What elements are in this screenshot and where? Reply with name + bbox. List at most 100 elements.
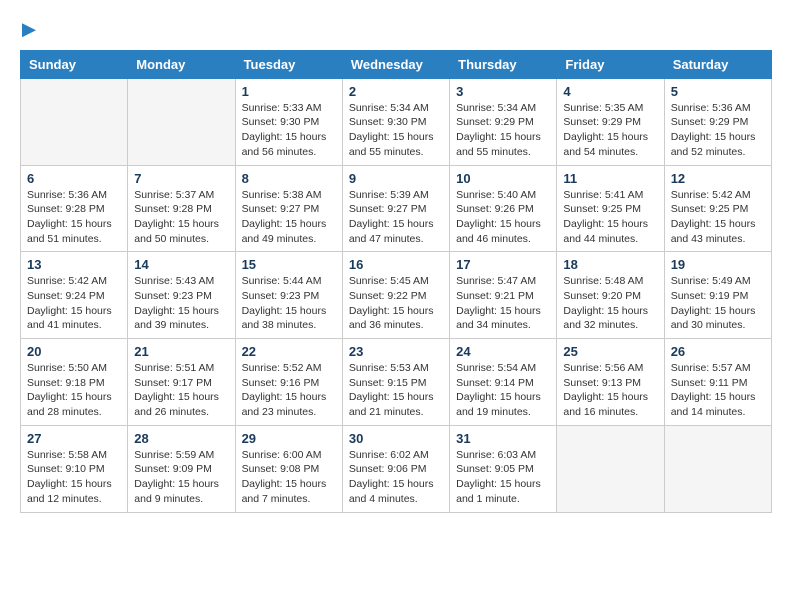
day-number: 30	[349, 431, 443, 446]
day-header-friday: Friday	[557, 50, 664, 78]
day-info: Sunrise: 5:42 AM Sunset: 9:24 PM Dayligh…	[27, 274, 121, 333]
calendar-cell	[21, 78, 128, 165]
day-header-saturday: Saturday	[664, 50, 771, 78]
calendar-cell: 24Sunrise: 5:54 AM Sunset: 9:14 PM Dayli…	[450, 339, 557, 426]
calendar-week-3: 13 Sunrise: 5:42 AM Sunset: 9:24 PM Dayli…	[21, 252, 772, 339]
day-header-thursday: Thursday	[450, 50, 557, 78]
calendar-cell: 9 Sunrise: 5:39 AM Sunset: 9:27 PM Daylig…	[342, 165, 449, 252]
day-info: Sunrise: 5:39 AM Sunset: 9:27 PM Dayligh…	[349, 188, 443, 247]
day-number: 6	[27, 171, 121, 186]
calendar-cell: 28 Sunrise: 5:59 AM Sunset: 9:09 PM Dayli…	[128, 425, 235, 512]
day-number: 15	[242, 257, 336, 272]
calendar-cell: 26 Sunrise: 5:57 AM Sunset: 9:11 PM Dayli…	[664, 339, 771, 426]
day-number: 4	[563, 84, 657, 99]
day-info: Sunrise: 5:36 AM Sunset: 9:28 PM Dayligh…	[27, 188, 121, 247]
day-number: 1	[242, 84, 336, 99]
day-number: 9	[349, 171, 443, 186]
day-info: Sunrise: 5:57 AM Sunset: 9:11 PM Dayligh…	[671, 361, 765, 420]
day-info: Sunrise: 5:54 AM Sunset: 9:14 PM Dayligh…	[456, 361, 550, 420]
day-number: 16	[349, 257, 443, 272]
day-info: Sunrise: 5:53 AM Sunset: 9:15 PM Dayligh…	[349, 361, 443, 420]
calendar-cell: 20 Sunrise: 5:50 AM Sunset: 9:18 PM Dayli…	[21, 339, 128, 426]
day-number: 22	[242, 344, 336, 359]
logo	[20, 20, 36, 40]
calendar-cell: 15 Sunrise: 5:44 AM Sunset: 9:23 PM Dayli…	[235, 252, 342, 339]
day-info: Sunrise: 5:40 AM Sunset: 9:26 PM Dayligh…	[456, 188, 550, 247]
calendar-cell: 30 Sunrise: 6:02 AM Sunset: 9:06 PM Dayli…	[342, 425, 449, 512]
calendar-cell	[664, 425, 771, 512]
calendar-cell: 18Sunrise: 5:48 AM Sunset: 9:20 PM Dayli…	[557, 252, 664, 339]
day-number: 27	[27, 431, 121, 446]
calendar-cell: 29 Sunrise: 6:00 AM Sunset: 9:08 PM Dayli…	[235, 425, 342, 512]
calendar-cell	[557, 425, 664, 512]
day-number: 5	[671, 84, 765, 99]
logo-arrow-icon	[22, 23, 36, 37]
day-number: 29	[242, 431, 336, 446]
logo-general	[20, 20, 36, 40]
day-header-monday: Monday	[128, 50, 235, 78]
day-number: 25	[563, 344, 657, 359]
day-info: Sunrise: 5:42 AM Sunset: 9:25 PM Dayligh…	[671, 188, 765, 247]
day-info: Sunrise: 5:59 AM Sunset: 9:09 PM Dayligh…	[134, 448, 228, 507]
day-number: 20	[27, 344, 121, 359]
day-number: 31	[456, 431, 550, 446]
day-number: 19	[671, 257, 765, 272]
day-info: Sunrise: 5:52 AM Sunset: 9:16 PM Dayligh…	[242, 361, 336, 420]
day-number: 13	[27, 257, 121, 272]
calendar-header-row: SundayMondayTuesdayWednesdayThursdayFrid…	[21, 50, 772, 78]
calendar-cell: 5Sunrise: 5:36 AM Sunset: 9:29 PM Daylig…	[664, 78, 771, 165]
day-number: 10	[456, 171, 550, 186]
day-info: Sunrise: 6:02 AM Sunset: 9:06 PM Dayligh…	[349, 448, 443, 507]
calendar-cell: 27 Sunrise: 5:58 AM Sunset: 9:10 PM Dayli…	[21, 425, 128, 512]
day-info: Sunrise: 5:34 AM Sunset: 9:30 PM Dayligh…	[349, 101, 443, 160]
day-info: Sunrise: 5:37 AM Sunset: 9:28 PM Dayligh…	[134, 188, 228, 247]
calendar-cell: 13 Sunrise: 5:42 AM Sunset: 9:24 PM Dayli…	[21, 252, 128, 339]
day-info: Sunrise: 6:03 AM Sunset: 9:05 PM Dayligh…	[456, 448, 550, 507]
day-number: 11	[563, 171, 657, 186]
day-header-tuesday: Tuesday	[235, 50, 342, 78]
day-info: Sunrise: 5:41 AM Sunset: 9:25 PM Dayligh…	[563, 188, 657, 247]
calendar-table: SundayMondayTuesdayWednesdayThursdayFrid…	[20, 50, 772, 513]
day-info: Sunrise: 5:35 AM Sunset: 9:29 PM Dayligh…	[563, 101, 657, 160]
day-number: 14	[134, 257, 228, 272]
calendar-cell: 2 Sunrise: 5:34 AM Sunset: 9:30 PM Daylig…	[342, 78, 449, 165]
day-header-wednesday: Wednesday	[342, 50, 449, 78]
calendar-cell: 6 Sunrise: 5:36 AM Sunset: 9:28 PM Daylig…	[21, 165, 128, 252]
day-info: Sunrise: 5:50 AM Sunset: 9:18 PM Dayligh…	[27, 361, 121, 420]
day-header-sunday: Sunday	[21, 50, 128, 78]
calendar-cell: 19 Sunrise: 5:49 AM Sunset: 9:19 PM Dayli…	[664, 252, 771, 339]
page-header	[20, 20, 772, 40]
calendar-cell: 31 Sunrise: 6:03 AM Sunset: 9:05 PM Dayli…	[450, 425, 557, 512]
day-info: Sunrise: 5:48 AM Sunset: 9:20 PM Dayligh…	[563, 274, 657, 333]
day-info: Sunrise: 5:44 AM Sunset: 9:23 PM Dayligh…	[242, 274, 336, 333]
calendar-cell: 21Sunrise: 5:51 AM Sunset: 9:17 PM Dayli…	[128, 339, 235, 426]
calendar-cell: 17Sunrise: 5:47 AM Sunset: 9:21 PM Dayli…	[450, 252, 557, 339]
calendar-cell: 7 Sunrise: 5:37 AM Sunset: 9:28 PM Daylig…	[128, 165, 235, 252]
day-number: 2	[349, 84, 443, 99]
day-info: Sunrise: 5:43 AM Sunset: 9:23 PM Dayligh…	[134, 274, 228, 333]
calendar-cell: 10 Sunrise: 5:40 AM Sunset: 9:26 PM Dayli…	[450, 165, 557, 252]
day-info: Sunrise: 5:45 AM Sunset: 9:22 PM Dayligh…	[349, 274, 443, 333]
calendar-cell: 11 Sunrise: 5:41 AM Sunset: 9:25 PM Dayli…	[557, 165, 664, 252]
day-number: 17	[456, 257, 550, 272]
calendar-cell	[128, 78, 235, 165]
day-number: 26	[671, 344, 765, 359]
calendar-cell: 4 Sunrise: 5:35 AM Sunset: 9:29 PM Daylig…	[557, 78, 664, 165]
calendar-cell: 23Sunrise: 5:53 AM Sunset: 9:15 PM Dayli…	[342, 339, 449, 426]
day-info: Sunrise: 6:00 AM Sunset: 9:08 PM Dayligh…	[242, 448, 336, 507]
day-info: Sunrise: 5:38 AM Sunset: 9:27 PM Dayligh…	[242, 188, 336, 247]
day-info: Sunrise: 5:49 AM Sunset: 9:19 PM Dayligh…	[671, 274, 765, 333]
calendar-cell: 25Sunrise: 5:56 AM Sunset: 9:13 PM Dayli…	[557, 339, 664, 426]
calendar-week-5: 27 Sunrise: 5:58 AM Sunset: 9:10 PM Dayli…	[21, 425, 772, 512]
day-number: 7	[134, 171, 228, 186]
day-info: Sunrise: 5:58 AM Sunset: 9:10 PM Dayligh…	[27, 448, 121, 507]
day-info: Sunrise: 5:34 AM Sunset: 9:29 PM Dayligh…	[456, 101, 550, 160]
calendar-week-4: 20 Sunrise: 5:50 AM Sunset: 9:18 PM Dayli…	[21, 339, 772, 426]
calendar-cell: 16 Sunrise: 5:45 AM Sunset: 9:22 PM Dayli…	[342, 252, 449, 339]
calendar-cell: 8Sunrise: 5:38 AM Sunset: 9:27 PM Daylig…	[235, 165, 342, 252]
day-info: Sunrise: 5:33 AM Sunset: 9:30 PM Dayligh…	[242, 101, 336, 160]
day-number: 28	[134, 431, 228, 446]
calendar-cell: 14 Sunrise: 5:43 AM Sunset: 9:23 PM Dayli…	[128, 252, 235, 339]
calendar-week-1: 1 Sunrise: 5:33 AM Sunset: 9:30 PM Daylig…	[21, 78, 772, 165]
day-number: 12	[671, 171, 765, 186]
